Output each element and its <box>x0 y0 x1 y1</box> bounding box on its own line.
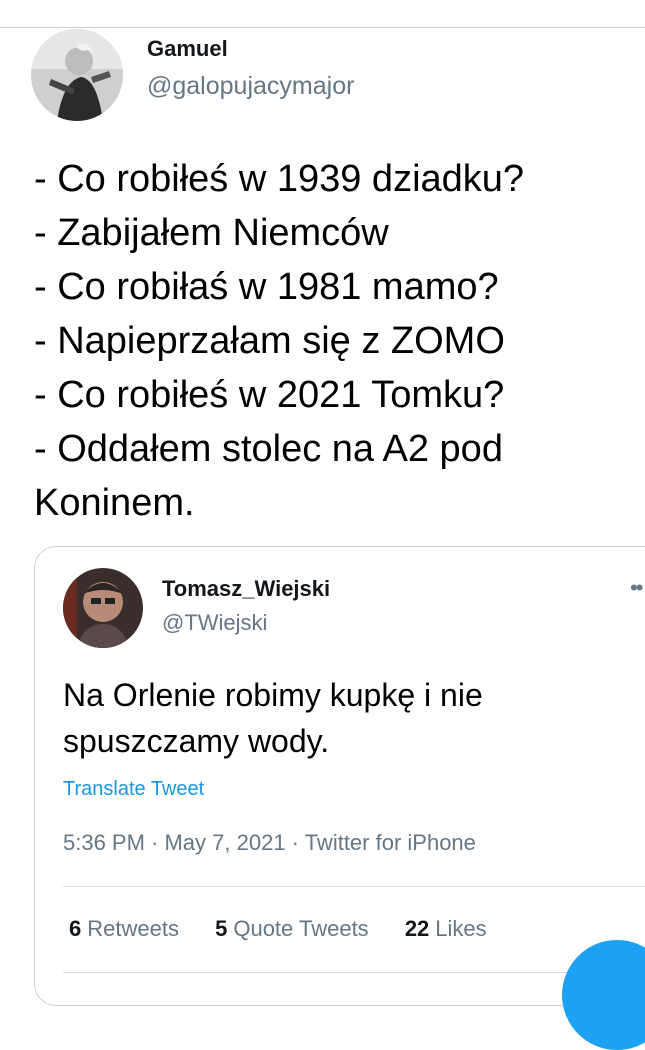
tweet-text-line: Koninem. <box>34 482 195 524</box>
quotes-count: 5 <box>215 916 228 941</box>
likes-count: 22 <box>404 916 430 941</box>
tweet-text-line: - Napieprzałam się z ZOMO <box>34 320 505 362</box>
avatar-photo <box>31 29 123 121</box>
tweet-text-line: - Zabijałem Niemców <box>34 212 389 254</box>
quoted-text-line: Na Orlenie robimy kupkę i nie <box>63 677 483 713</box>
tweet-text-line: - Co robiłeś w 2021 Tomku? <box>34 374 505 416</box>
likes-label: Likes <box>435 916 487 941</box>
author-handle[interactable]: @galopujacymajor <box>147 72 354 101</box>
author-avatar[interactable] <box>31 29 123 121</box>
retweets-stat[interactable]: 6 Retweets <box>69 916 179 942</box>
quoted-author-avatar[interactable] <box>63 568 143 648</box>
translate-tweet-link[interactable]: Translate Tweet <box>63 778 204 801</box>
tweet-text-line: - Co robiłaś w 1981 mamo? <box>34 266 499 308</box>
tweet-timestamp[interactable]: 5:36 PM · May 7, 2021 · Twitter for iPho… <box>63 830 476 856</box>
quoted-author-name[interactable]: Tomasz_Wiejski <box>162 576 330 602</box>
quoted-tweet-text: Na Orlenie robimy kupkę i nie spuszczamy… <box>63 672 623 764</box>
avatar-photo <box>63 568 143 648</box>
quoted-author-handle[interactable]: @TWiejski <box>162 610 267 636</box>
tweet-text: - Co robiłeś w 1939 dziadku? - Zabijałem… <box>34 152 634 530</box>
likes-stat[interactable]: 22 Likes <box>405 916 487 942</box>
quoted-text-line: spuszczamy wody. <box>63 723 330 759</box>
stats-divider <box>63 886 645 887</box>
ellipsis-icon[interactable]: •• <box>630 575 643 601</box>
tweet-text-line: - Co robiłeś w 1939 dziadku? <box>34 158 525 200</box>
quote-tweets-stat[interactable]: 5 Quote Tweets <box>215 916 369 942</box>
stats-divider <box>63 972 645 973</box>
author-name[interactable]: Gamuel <box>147 36 228 62</box>
retweets-count: 6 <box>69 916 82 941</box>
top-divider <box>0 27 645 28</box>
engagement-stats: 6 Retweets 5 Quote Tweets 22 Likes <box>69 916 517 942</box>
retweets-label: Retweets <box>87 916 179 941</box>
quotes-label: Quote Tweets <box>233 916 369 941</box>
tweet-text-line: - Oddałem stolec na A2 pod <box>34 428 503 470</box>
